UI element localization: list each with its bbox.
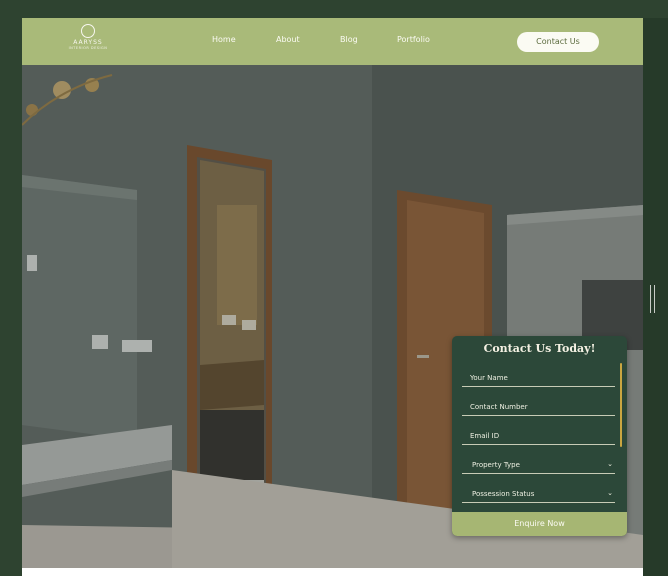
nav-item-home[interactable]: Home bbox=[212, 35, 236, 44]
chevron-down-icon: ⌄ bbox=[607, 489, 613, 497]
chevron-down-icon: ⌄ bbox=[607, 460, 613, 468]
contact-number-placeholder: Contact Number bbox=[470, 403, 528, 411]
site-header: AARYSS INTERIOR DESIGN Home About Blog P… bbox=[22, 18, 643, 65]
property-type-value: Property Type bbox=[472, 461, 520, 469]
name-placeholder: Your Name bbox=[470, 374, 508, 382]
name-field[interactable]: Your Name bbox=[462, 370, 615, 387]
form-scrollbar[interactable] bbox=[620, 363, 622, 447]
possession-status-select[interactable]: Possession Status ⌄ bbox=[462, 486, 615, 503]
page-right-edge bbox=[643, 18, 668, 576]
form-title: Contact Us Today! bbox=[483, 342, 596, 355]
contact-number-field[interactable]: Contact Number bbox=[462, 399, 615, 416]
property-type-select[interactable]: Property Type ⌄ bbox=[462, 457, 615, 474]
website-frame: AARYSS INTERIOR DESIGN Home About Blog P… bbox=[22, 18, 643, 576]
email-field[interactable]: Email ID bbox=[462, 428, 615, 445]
email-placeholder: Email ID bbox=[470, 432, 500, 440]
nav-item-about[interactable]: About bbox=[276, 35, 300, 44]
contact-us-button[interactable]: Contact Us bbox=[517, 32, 599, 52]
nav-item-portfolio[interactable]: Portfolio bbox=[397, 35, 430, 44]
contact-form: Contact Us Today! Your Name Contact Numb… bbox=[452, 336, 627, 536]
nav-item-blog[interactable]: Blog bbox=[340, 35, 358, 44]
possession-status-value: Possession Status bbox=[472, 490, 535, 498]
enquire-now-button[interactable]: Enquire Now bbox=[452, 512, 627, 536]
resize-handle[interactable] bbox=[650, 285, 655, 313]
